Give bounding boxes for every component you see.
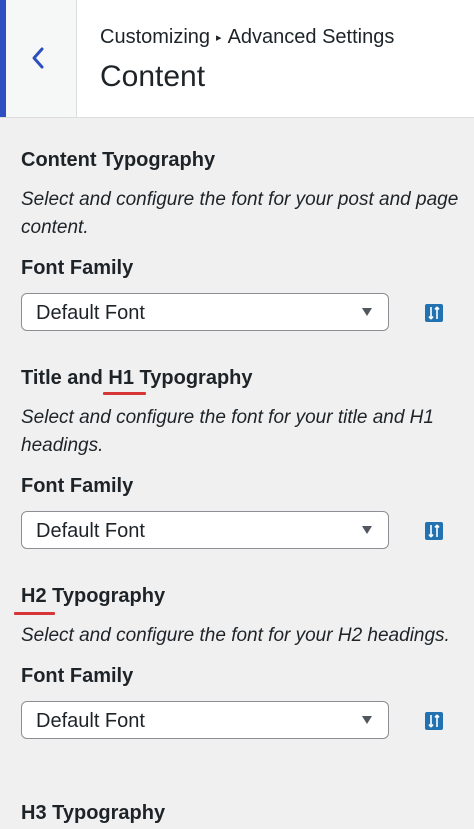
breadcrumb-separator: ▸ (216, 32, 222, 44)
font-family-row: Default Font (21, 701, 461, 741)
select-value: Default Font (36, 302, 145, 324)
advanced-settings-icon (428, 524, 440, 538)
select-value: Default Font (36, 710, 145, 732)
dropdown-arrow-icon (362, 308, 372, 316)
dropdown-arrow-icon (362, 716, 372, 724)
font-family-select[interactable]: Default Font (21, 293, 389, 331)
advanced-settings-button[interactable] (425, 522, 443, 540)
back-button[interactable] (0, 0, 77, 117)
section-description: Select and configure the font for your t… (21, 407, 434, 456)
title-h1-typography-section: Title and H1 Typography Select and confi… (21, 366, 461, 551)
font-family-row: Default Font (21, 293, 461, 333)
font-family-select[interactable]: Default Font (21, 511, 389, 549)
chevron-left-icon (32, 47, 44, 69)
breadcrumb-parent: Customizing (100, 26, 211, 48)
h1-annotation-underline (103, 392, 146, 395)
section-description: Select and configure the font for your p… (21, 189, 459, 238)
section-title: H2 Typography (21, 585, 166, 607)
font-family-row: Default Font (21, 511, 461, 551)
font-family-label: Font Family (21, 665, 134, 687)
breadcrumb: Customizing ▸ Advanced Settings (100, 26, 394, 49)
h2-annotation-underline (14, 612, 55, 615)
advanced-settings-icon (428, 306, 440, 320)
font-family-label: Font Family (21, 475, 134, 497)
advanced-settings-button[interactable] (425, 712, 443, 730)
page-title: Content (100, 60, 206, 93)
h3-typography-section: H3 Typography (21, 801, 461, 825)
advanced-settings-icon (428, 714, 440, 728)
font-family-label: Font Family (21, 257, 134, 279)
dropdown-arrow-icon (362, 526, 372, 534)
font-family-select[interactable]: Default Font (21, 701, 389, 739)
advanced-settings-button[interactable] (425, 304, 443, 322)
section-title: Content Typography (21, 149, 216, 171)
section-description: Select and configure the font for your H… (21, 625, 450, 646)
customizer-header: Customizing ▸ Advanced Settings Content (0, 0, 474, 118)
h2-typography-section: H2 Typography Select and configure the f… (21, 584, 461, 741)
select-value: Default Font (36, 520, 145, 542)
section-title: Title and H1 Typography (21, 367, 253, 389)
content-typography-section: Content Typography Select and configure … (21, 148, 461, 333)
breadcrumb-current: Advanced Settings (227, 26, 395, 48)
section-title: H3 Typography (21, 802, 166, 824)
